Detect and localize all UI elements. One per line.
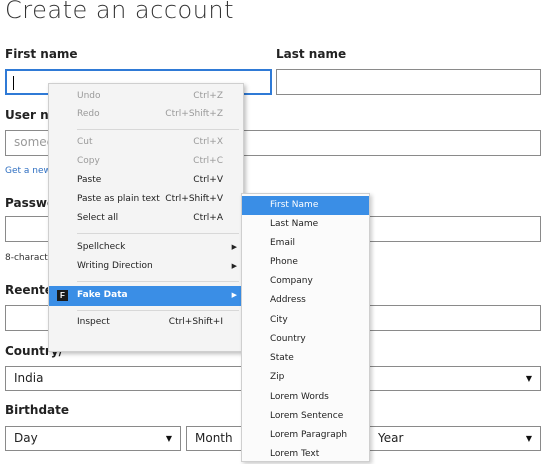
submenu-item-label: City xyxy=(270,315,288,325)
submenu-item-last-name[interactable]: Last Name xyxy=(242,215,369,234)
submenu-item-label: Lorem Words xyxy=(270,392,329,402)
submenu-item-label: Phone xyxy=(270,257,298,267)
month-value: Month xyxy=(195,431,233,445)
menu-item-spellcheck[interactable]: Spellcheck ▶ xyxy=(49,239,243,257)
menu-item-shortcut: Ctrl+Shift+I xyxy=(168,317,223,327)
menu-separator xyxy=(77,310,239,311)
page-title: Create an account xyxy=(5,0,235,24)
submenu-item-company[interactable]: Company xyxy=(242,272,369,291)
menu-item-cut[interactable]: Cut Ctrl+X xyxy=(49,134,243,152)
menu-item-shortcut: Ctrl+Shift+V xyxy=(165,194,223,204)
submenu-item-label: Zip xyxy=(270,372,285,382)
menu-item-label: Cut xyxy=(77,137,93,147)
menu-separator xyxy=(77,281,239,282)
menu-item-paste-plain[interactable]: Paste as plain text Ctrl+Shift+V xyxy=(49,191,243,209)
submenu-item-label: Email xyxy=(270,238,295,248)
chevron-down-icon: ▼ xyxy=(525,374,532,383)
menu-item-shortcut: Ctrl+Z xyxy=(193,91,223,101)
submenu-item-city[interactable]: City xyxy=(242,311,369,330)
context-menu: Undo Ctrl+Z Redo Ctrl+Shift+Z Cut Ctrl+X… xyxy=(48,83,244,352)
birthdate-label: Birthdate xyxy=(5,403,70,417)
menu-item-label: Select all xyxy=(77,213,119,223)
submenu-item-state[interactable]: State xyxy=(242,349,369,368)
chevron-down-icon: ▼ xyxy=(525,434,532,443)
menu-item-label: Undo xyxy=(77,91,101,101)
menu-separator xyxy=(77,129,239,130)
menu-item-shortcut: Ctrl+A xyxy=(193,213,223,223)
submenu-item-email[interactable]: Email xyxy=(242,234,369,253)
country-value: India xyxy=(14,371,44,385)
fake-data-submenu: First Name Last Name Email Phone Company… xyxy=(241,193,370,462)
menu-item-copy[interactable]: Copy Ctrl+C xyxy=(49,153,243,171)
menu-item-label: Paste xyxy=(77,175,102,185)
menu-item-undo[interactable]: Undo Ctrl+Z xyxy=(49,88,243,106)
text-caret xyxy=(13,76,14,90)
submenu-item-phone[interactable]: Phone xyxy=(242,253,369,272)
submenu-item-lorem-words[interactable]: Lorem Words xyxy=(242,388,369,407)
chevron-right-icon: ▶ xyxy=(231,262,237,270)
menu-item-paste[interactable]: Paste Ctrl+V xyxy=(49,172,243,190)
menu-item-label: Writing Direction xyxy=(77,261,153,271)
menu-item-inspect[interactable]: Inspect Ctrl+Shift+I xyxy=(49,314,243,332)
menu-item-shortcut: Ctrl+Shift+Z xyxy=(165,109,223,119)
menu-item-redo[interactable]: Redo Ctrl+Shift+Z xyxy=(49,106,243,124)
submenu-item-label: Lorem Text xyxy=(270,449,320,459)
last-name-input[interactable] xyxy=(276,69,541,95)
submenu-item-label: Lorem Paragraph xyxy=(270,430,348,440)
year-value: Year xyxy=(378,431,404,445)
submenu-item-lorem-paragraph[interactable]: Lorem Paragraph xyxy=(242,426,369,445)
submenu-item-first-name[interactable]: First Name xyxy=(242,196,369,215)
menu-item-writing-direction[interactable]: Writing Direction ▶ xyxy=(49,258,243,276)
submenu-item-country[interactable]: Country xyxy=(242,330,369,349)
menu-item-label: Copy xyxy=(77,156,100,166)
last-name-label: Last name xyxy=(276,47,347,61)
password-hint: 8-characte xyxy=(5,253,54,263)
menu-item-shortcut: Ctrl+V xyxy=(193,175,223,185)
get-new-link[interactable]: Get a new xyxy=(5,166,51,176)
submenu-item-address[interactable]: Address xyxy=(242,291,369,310)
submenu-item-label: First Name xyxy=(270,200,319,210)
menu-item-label: Inspect xyxy=(77,317,110,327)
day-select[interactable]: Day ▼ xyxy=(5,426,181,451)
chevron-right-icon: ▶ xyxy=(231,243,237,251)
submenu-item-label: Last Name xyxy=(270,219,319,229)
year-select[interactable]: Year ▼ xyxy=(369,426,541,451)
submenu-item-label: Address xyxy=(270,295,306,305)
fake-data-icon: F xyxy=(57,290,68,301)
submenu-item-lorem-text[interactable]: Lorem Text xyxy=(242,445,369,464)
menu-item-shortcut: Ctrl+C xyxy=(193,156,223,166)
menu-separator xyxy=(77,233,239,234)
menu-item-label: Fake Data xyxy=(77,290,128,300)
menu-item-label: Paste as plain text xyxy=(77,194,160,204)
submenu-item-lorem-sentence[interactable]: Lorem Sentence xyxy=(242,407,369,426)
submenu-item-label: Country xyxy=(270,334,306,344)
chevron-right-icon: ▶ xyxy=(231,291,237,299)
menu-item-label: Redo xyxy=(77,109,100,119)
chevron-down-icon: ▼ xyxy=(165,434,172,443)
menu-item-shortcut: Ctrl+X xyxy=(193,137,223,147)
submenu-item-zip[interactable]: Zip xyxy=(242,368,369,387)
submenu-item-label: Lorem Sentence xyxy=(270,411,344,421)
first-name-label: First name xyxy=(5,47,78,61)
submenu-item-label: State xyxy=(270,353,294,363)
menu-item-select-all[interactable]: Select all Ctrl+A xyxy=(49,210,243,228)
day-value: Day xyxy=(14,431,38,445)
menu-item-label: Spellcheck xyxy=(77,242,126,252)
submenu-item-label: Company xyxy=(270,276,313,286)
menu-item-fake-data[interactable]: F Fake Data ▶ xyxy=(49,286,243,306)
